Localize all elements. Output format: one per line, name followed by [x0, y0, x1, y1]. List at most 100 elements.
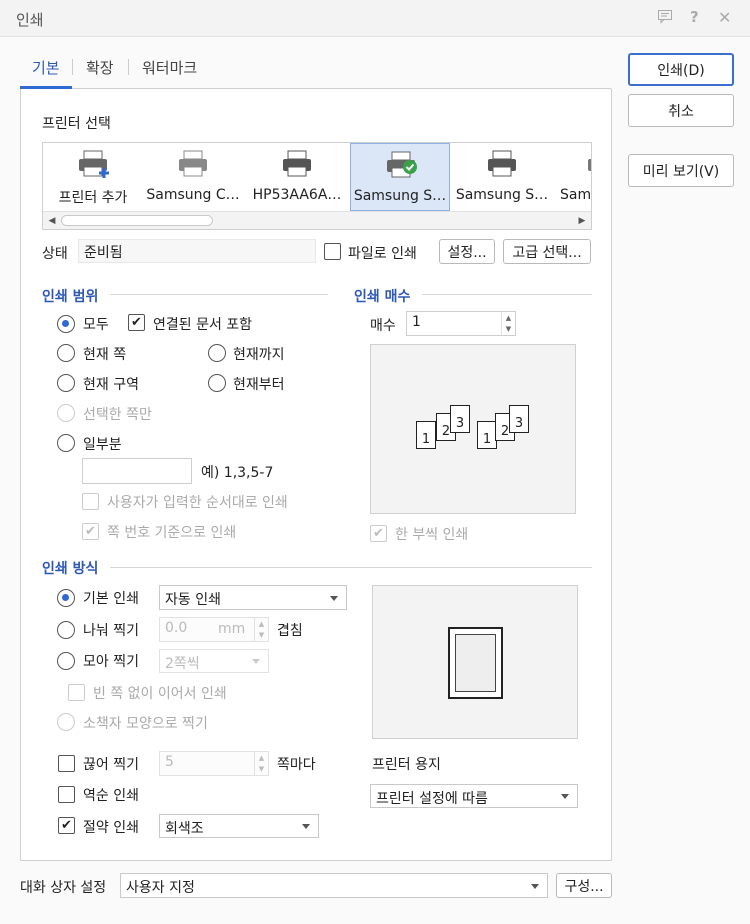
printer-item[interactable]: Samsung S… [452, 143, 552, 211]
range-all-radio[interactable] [57, 315, 75, 333]
scroll-thumb[interactable] [61, 215, 213, 226]
booklet-radio[interactable] [57, 713, 75, 731]
scroll-left-icon[interactable]: ◀ [43, 212, 61, 229]
basic-print-radio[interactable] [57, 589, 75, 607]
collate-checkbox[interactable]: ✔ [370, 525, 387, 542]
range-partial-radio[interactable] [57, 434, 75, 452]
printer-icon [586, 149, 591, 181]
range-from-current-radio[interactable] [208, 374, 226, 392]
settings-button[interactable]: 설정... [439, 239, 495, 264]
paper-select[interactable]: 프린터 설정에 따름 [370, 784, 578, 808]
include-linked-checkbox[interactable]: ✔ [128, 314, 145, 331]
break-pages-stepper[interactable]: 5 ▲ ▼ [159, 751, 269, 776]
page-number-basis-checkbox[interactable]: ✔ [82, 523, 99, 540]
split-print-label: 나눠 찍기 [83, 623, 139, 639]
no-blank-checkbox[interactable] [68, 684, 85, 701]
range-all-label: 모두 [83, 317, 109, 333]
range-selection-radio[interactable] [57, 404, 75, 422]
reverse-print-label: 역순 인쇄 [83, 788, 139, 804]
status-label: 상태 [42, 246, 68, 262]
range-current-page-radio[interactable] [57, 344, 75, 362]
range-to-current-radio[interactable] [208, 344, 226, 362]
printer-item[interactable]: HP53AA6A… [247, 143, 347, 211]
spin-down-icon[interactable]: ▼ [259, 631, 264, 639]
paper-sheet [448, 627, 503, 699]
copies-spin-buttons[interactable]: ▲ ▼ [501, 312, 515, 335]
section-divider [110, 294, 328, 295]
tab-extended[interactable]: 확장 [86, 57, 114, 78]
range-current-section-radio[interactable] [57, 374, 75, 392]
printer-icon [177, 149, 209, 181]
collate-label: 한 부씩 인쇄 [395, 527, 469, 543]
printer-scrollbar[interactable]: ◀ ▶ [43, 211, 591, 229]
spin-down-icon[interactable]: ▼ [506, 325, 511, 333]
split-print-radio[interactable] [57, 621, 75, 639]
eco-print-label: 절약 인쇄 [83, 820, 139, 836]
printer-section-label: 프린터 선택 [42, 116, 111, 132]
scroll-right-icon[interactable]: ▶ [573, 212, 591, 229]
basic-print-select[interactable]: 자동 인쇄 [159, 585, 347, 610]
printer-item-label: HP53AA6A… [252, 187, 342, 203]
preview-page: 3 [509, 405, 529, 433]
paper-preview [372, 585, 578, 739]
configure-button[interactable]: 구성... [556, 873, 612, 898]
gather-print-radio[interactable] [57, 652, 75, 670]
cancel-button[interactable]: 취소 [628, 94, 734, 127]
spin-up-icon[interactable]: ▲ [506, 314, 511, 322]
spin-down-icon[interactable]: ▼ [259, 765, 264, 773]
include-linked-label: 연결된 문서 포함 [153, 317, 253, 333]
partial-pages-input[interactable] [82, 458, 192, 484]
print-to-file-label: 파일로 인쇄 [348, 246, 417, 262]
break-print-label: 끊어 찍기 [83, 757, 139, 773]
break-print-checkbox[interactable] [58, 755, 75, 772]
no-blank-label: 빈 쪽 없이 이어서 인쇄 [93, 686, 227, 702]
preview-button[interactable]: 미리 보기(V) [628, 154, 734, 187]
copies-stepper[interactable]: 1 ▲ ▼ [406, 311, 516, 336]
eco-mode-select[interactable]: 회색조 [159, 814, 319, 838]
preview-page: 1 [477, 421, 497, 449]
dialog-settings-label: 대화 상자 설정 [20, 880, 107, 896]
copies-section-title: 인쇄 매수 [354, 289, 411, 305]
title-bar [0, 0, 750, 37]
tab-divider [128, 59, 129, 75]
split-amount-stepper[interactable]: 0.0 mm ▲ ▼ [159, 617, 269, 642]
gather-pages-select[interactable]: 2쪽씩 [159, 649, 269, 673]
split-spin-buttons[interactable]: ▲ ▼ [254, 618, 268, 641]
close-icon[interactable]: ✕ [718, 8, 731, 27]
printer-default-icon [385, 150, 417, 182]
break-spin-buttons[interactable]: ▲ ▼ [254, 752, 268, 775]
print-to-file-checkbox[interactable] [324, 243, 341, 260]
break-pages-value: 5 [165, 754, 174, 770]
section-divider [422, 294, 592, 295]
eco-print-checkbox[interactable]: ✔ [58, 817, 75, 834]
printer-item-selected[interactable]: Samsung S… [350, 143, 450, 211]
reverse-print-checkbox[interactable] [58, 786, 75, 803]
basic-print-label: 기본 인쇄 [83, 591, 139, 607]
range-partial-label: 일부분 [83, 437, 122, 453]
help-icon[interactable]: ? [690, 8, 699, 26]
user-order-label: 사용자가 입력한 순서대로 인쇄 [107, 495, 288, 511]
printer-item-add[interactable]: 프린터 추가 [43, 143, 143, 211]
print-button[interactable]: 인쇄(D) [628, 53, 734, 86]
chat-icon[interactable] [657, 8, 673, 28]
collate-preview: 1 2 3 1 2 3 [370, 344, 576, 514]
printer-item-label: 프린터 추가 [58, 190, 128, 206]
copies-label: 매수 [370, 318, 396, 334]
advanced-options-button[interactable]: 고급 선택... [503, 239, 591, 264]
spin-up-icon[interactable]: ▲ [259, 620, 264, 628]
range-selection-label: 선택한 쪽만 [83, 407, 152, 423]
tab-watermark[interactable]: 워터마크 [142, 57, 197, 78]
paper-printable-area [455, 634, 496, 692]
printer-item-label: Samsung C… [146, 187, 240, 203]
split-unit: mm [218, 621, 246, 637]
paper-label: 프린터 용지 [372, 757, 441, 773]
user-order-checkbox[interactable] [82, 493, 99, 510]
printer-list[interactable]: 프린터 추가 Samsung C… HP53AA6A… Samsung S… S… [42, 142, 592, 230]
printer-item-label: Sams [560, 187, 592, 203]
printer-item[interactable]: Sams [552, 143, 592, 211]
tab-divider [72, 59, 73, 75]
dialog-settings-select[interactable]: 사용자 지정 [120, 873, 548, 898]
printer-item[interactable]: Samsung C… [143, 143, 243, 211]
tab-basic[interactable]: 기본 [32, 57, 60, 78]
spin-up-icon[interactable]: ▲ [259, 754, 264, 762]
